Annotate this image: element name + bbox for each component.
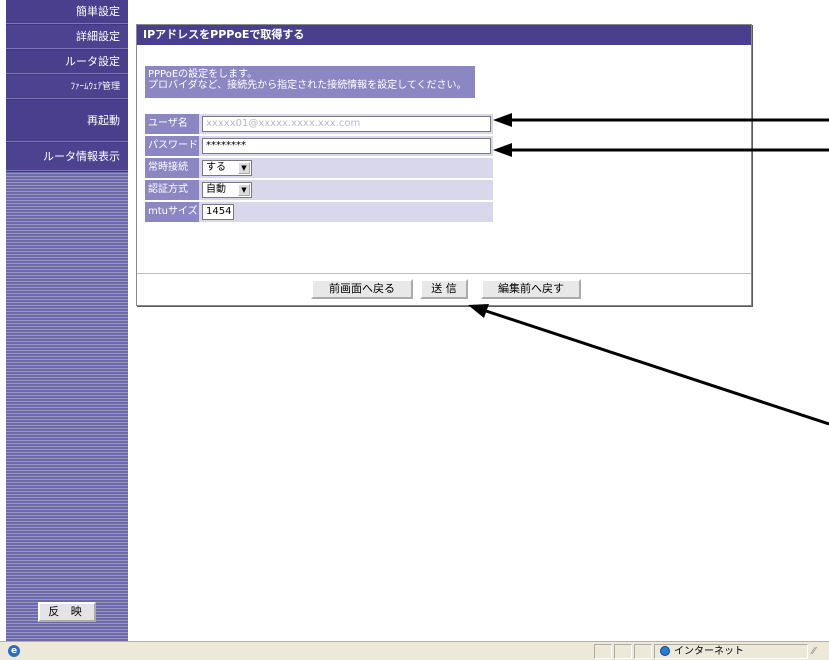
status-cell [594,644,612,659]
status-bar: e インターネット ⁄⁄ [0,641,829,660]
status-cell [614,644,632,659]
arrow-to-username [493,113,829,127]
arrow-to-password [493,143,829,157]
status-cell [634,644,652,659]
globe-icon [660,646,670,656]
resize-grip-icon[interactable]: ⁄⁄ [812,646,824,658]
zone-text: インターネット [674,646,744,657]
annotation-arrows [468,113,829,426]
ie-page-icon: e [8,645,20,657]
arrow-to-send-button [468,304,829,426]
